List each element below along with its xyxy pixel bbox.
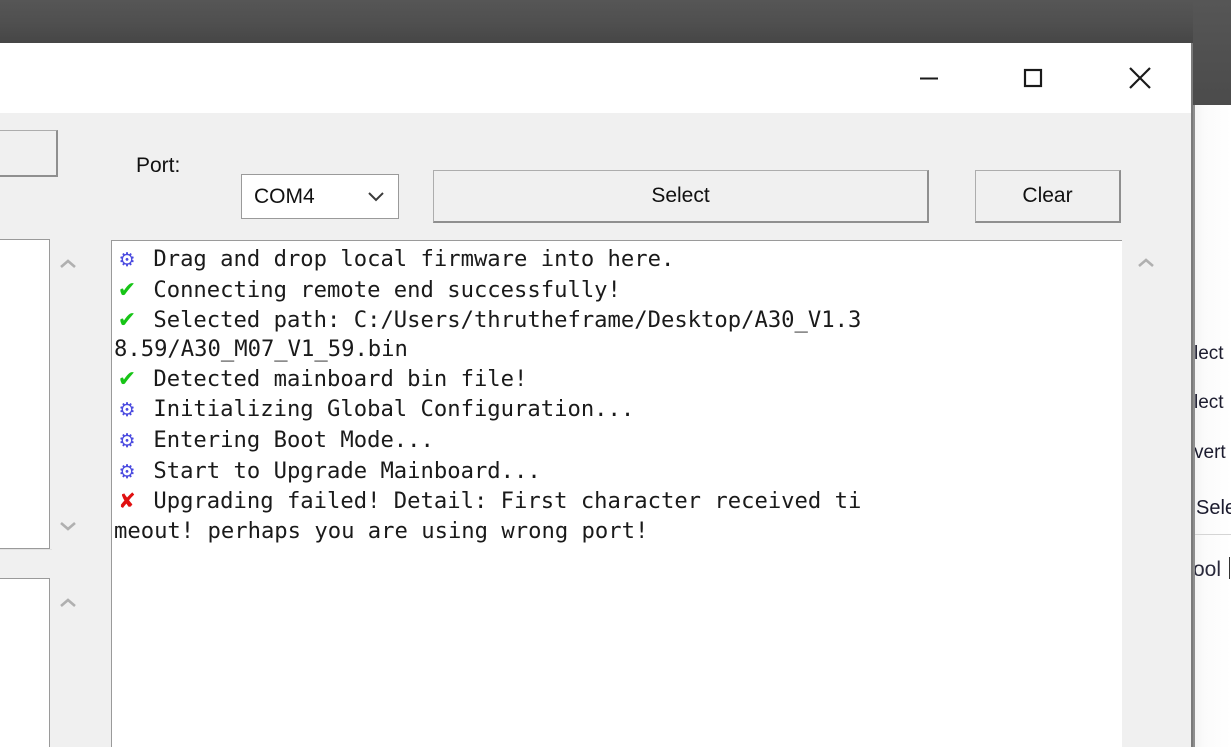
close-button[interactable] [1108,43,1172,112]
console-log-lines: ⚙ Drag and drop local firmware into here… [114,245,1122,547]
background-text-fragment-3: vert [1194,442,1226,463]
console-log-line: ⚙ Start to Upgrade Mainboard... [114,457,1122,488]
firmware-tool-window: Port: COM4 Select Clear ⚙ Drag and drop … [0,43,1193,747]
foreground-window-right-border [1193,105,1195,747]
select-button[interactable]: Select [433,170,929,223]
console-log-text: Upgrading failed! Detail: First characte… [140,488,862,515]
background-window-divider [1193,534,1231,535]
console-log-line: ✔ Selected path: C:/Users/thrutheframe/D… [114,306,1122,336]
console-log-line: ⚙ Initializing Global Configuration... [114,395,1122,426]
offscreen-left-panel-bottom[interactable] [0,578,50,747]
gear-icon: ⚙ [118,249,136,271]
offscreen-left-button[interactable] [0,130,58,177]
console-log-text: Connecting remote end successfully! [140,276,621,303]
cross-icon: ✘ [118,489,136,514]
check-icon: ✔ [117,307,137,333]
console-log-text: Detected mainboard bin file! [140,366,528,393]
desktop-background-right [1193,0,1231,105]
port-select[interactable]: COM4 [241,174,399,219]
console-log-text: Start to Upgrade Mainboard... [140,457,541,484]
console-log-line: 8.59/A30_M07_V1_59.bin [114,335,1122,365]
console-log-line: ✔ Detected mainboard bin file! [114,365,1122,395]
clear-button[interactable]: Clear [975,170,1121,223]
port-select-value: COM4 [254,185,315,208]
check-icon: ✔ [117,367,137,393]
scroll-down-icon[interactable] [58,519,78,531]
console-log-line: ✘ Upgrading failed! Detail: First charac… [114,487,1122,517]
console-log-text: Selected path: C:/Users/thrutheframe/Des… [140,306,862,333]
console-scrollbar[interactable] [1130,240,1162,747]
console-log-text: 8.59/A30_M07_V1_59.bin [114,336,408,363]
background-text-fragment-1: lect [1194,343,1224,364]
console-log-line: ⚙ Drag and drop local firmware into here… [114,245,1122,276]
background-text-fragment-5: ool [1193,558,1222,581]
background-text-fragment-4: Sele [1196,497,1231,519]
left-panel-divider [0,549,52,550]
console-log-line: ✔ Connecting remote end successfully! [114,276,1122,306]
scroll-up-icon[interactable] [58,257,78,269]
offscreen-left-panel-top[interactable] [0,239,50,549]
maximize-icon [1023,68,1043,87]
gear-icon: ⚙ [118,429,136,452]
background-window[interactable]: lect lect vert Sele ool [1193,105,1231,747]
console-log-line: meout! perhaps you are using wrong port! [114,517,1122,547]
console-log[interactable]: ⚙ Drag and drop local firmware into here… [111,240,1122,747]
gear-icon: ⚙ [118,460,136,483]
background-window-surface: lect lect vert Sele ool [1193,105,1231,747]
scroll-up-icon[interactable] [1136,256,1156,268]
scroll-up-icon[interactable] [58,596,78,608]
background-text-fragment-2: lect [1194,392,1224,413]
console-log-line: ⚙ Entering Boot Mode... [114,426,1122,457]
title-bar[interactable] [0,43,1191,114]
port-label: Port: [136,154,181,177]
minimize-icon [920,77,938,79]
left-panel-top-scrollbar[interactable] [52,239,84,549]
screen: lect lect vert Sele ool Port: COM4 Selec… [0,0,1231,747]
close-icon [1129,66,1151,89]
maximize-button[interactable] [1001,43,1065,112]
console-log-text: meout! perhaps you are using wrong port! [114,518,649,545]
left-panel-bottom-scrollbar[interactable] [52,578,84,747]
gear-icon: ⚙ [118,398,136,421]
chevron-down-icon [366,190,386,209]
check-icon: ✔ [117,277,137,303]
minimize-button[interactable] [897,43,961,112]
desktop-background-bar [0,0,1231,43]
console-log-text: Initializing Global Configuration... [140,395,635,422]
background-text-caret [1229,557,1230,579]
console-log-text: Drag and drop local firmware into here. [140,246,675,272]
console-log-text: Entering Boot Mode... [140,426,434,453]
